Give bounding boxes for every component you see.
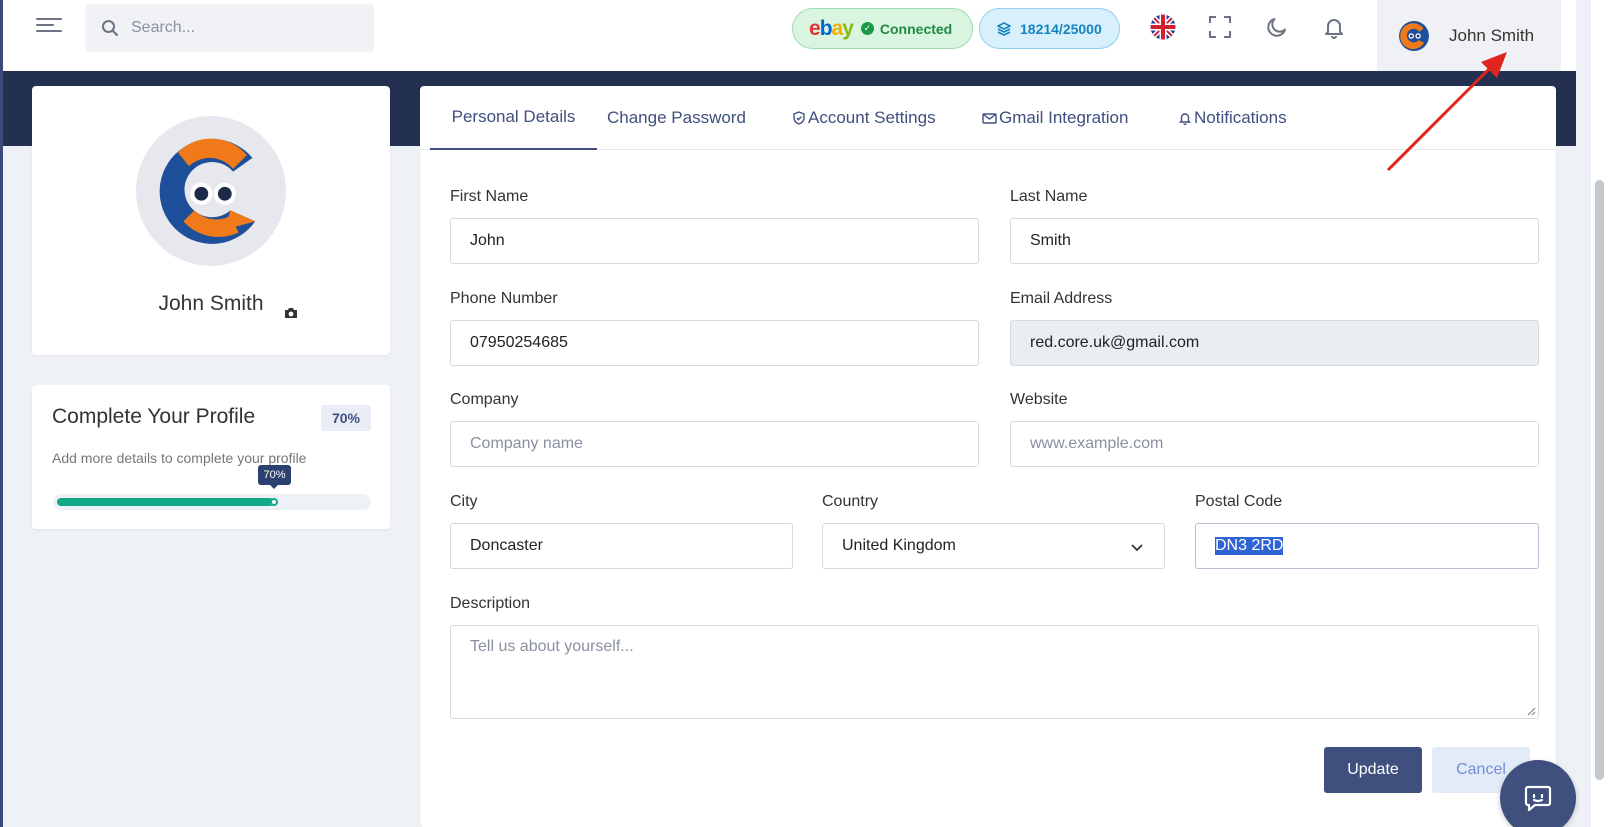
update-button[interactable]: Update <box>1324 747 1422 793</box>
website-input[interactable] <box>1030 435 1538 453</box>
profile-name: John Smith <box>158 292 264 315</box>
credits-count: 18214/25000 <box>1020 20 1102 37</box>
email-input <box>1030 334 1538 352</box>
postal-field[interactable]: DN3 2RD <box>1195 523 1539 569</box>
last-name-label: Last Name <box>1010 188 1088 205</box>
first-name-input[interactable] <box>470 232 978 250</box>
country-selected-value: United Kingdom <box>842 537 956 554</box>
last-name-field[interactable] <box>1010 218 1539 264</box>
phone-field[interactable] <box>450 320 979 366</box>
search-icon <box>102 20 118 36</box>
phone-label: Phone Number <box>450 290 558 307</box>
tab-personal-details[interactable]: Personal Details <box>430 86 597 150</box>
dark-mode-button[interactable] <box>1262 12 1292 42</box>
fullscreen-button[interactable] <box>1205 12 1235 42</box>
fullscreen-icon <box>1209 16 1231 38</box>
country-select[interactable]: United Kingdom <box>822 523 1165 569</box>
company-label: Company <box>450 391 519 408</box>
completion-title: Complete Your Profile <box>52 405 256 428</box>
last-name-input[interactable] <box>1030 232 1538 250</box>
website-field[interactable] <box>1010 421 1539 467</box>
tab-change-password[interactable]: Change Password <box>607 86 746 150</box>
email-field <box>1010 320 1539 366</box>
moon-icon <box>1267 18 1286 37</box>
progress-fill <box>57 498 274 506</box>
language-flag-button[interactable] <box>1148 12 1178 42</box>
bell-icon <box>1325 19 1343 39</box>
first-name-label: First Name <box>450 188 529 205</box>
resize-handle-icon[interactable] <box>1526 706 1536 716</box>
ebay-logo: ebay <box>809 16 854 40</box>
completion-percent-badge: 70% <box>321 405 371 431</box>
email-label: Email Address <box>1010 290 1113 307</box>
layers-icon <box>997 21 1011 36</box>
first-name-field[interactable] <box>450 218 979 264</box>
progress-handle <box>270 498 278 506</box>
description-textarea[interactable] <box>470 626 1538 718</box>
city-label: City <box>450 493 478 510</box>
city-input[interactable] <box>470 537 792 555</box>
menu-toggle-button[interactable] <box>36 14 66 40</box>
page-scrollbar[interactable] <box>1591 0 1608 827</box>
annotation-arrow-icon <box>1386 52 1507 172</box>
tab-notifications[interactable]: Notifications <box>1178 86 1287 150</box>
search-input[interactable] <box>131 19 351 37</box>
check-icon: ✓ <box>860 22 874 35</box>
chat-button[interactable] <box>1500 760 1576 827</box>
profile-completion-card: Complete Your Profile 70% Add more detai… <box>32 385 390 529</box>
connection-status: Connected <box>879 20 953 37</box>
scrollbar-thumb[interactable] <box>1595 180 1604 780</box>
phone-input[interactable] <box>470 334 978 352</box>
website-label: Website <box>1010 391 1068 408</box>
avatar-logo <box>159 138 256 244</box>
tab-account-settings[interactable]: Account Settings <box>792 86 936 150</box>
company-field[interactable] <box>450 421 979 467</box>
description-label: Description <box>450 595 531 612</box>
city-field[interactable] <box>450 523 793 569</box>
company-input[interactable] <box>470 435 978 453</box>
mail-icon <box>982 112 997 124</box>
postal-input-value[interactable]: DN3 2RD <box>1215 537 1284 555</box>
avatar <box>1399 20 1429 51</box>
completion-subtitle: Add more details to complete your profil… <box>52 450 307 466</box>
chevron-down-icon <box>1131 544 1143 552</box>
credits-badge[interactable]: 18214/25000 <box>979 8 1120 49</box>
search-box[interactable] <box>85 4 374 52</box>
shield-icon <box>793 111 805 125</box>
chat-icon <box>1524 785 1552 812</box>
profile-card: John Smith <box>32 86 390 355</box>
progress-tooltip: 70% <box>258 465 291 489</box>
description-field[interactable] <box>450 625 1539 719</box>
tab-gmail-integration[interactable]: Gmail Integration <box>982 86 1128 150</box>
ebay-connection-badge[interactable]: ebay ✓ Connected <box>792 8 973 49</box>
progress-bar <box>53 494 371 510</box>
notifications-button[interactable] <box>1319 12 1349 42</box>
postal-label: Postal Code <box>1195 493 1283 510</box>
uk-flag-icon <box>1150 14 1176 40</box>
profile-avatar[interactable] <box>136 116 286 266</box>
country-label: Country <box>822 493 879 510</box>
settings-card: Personal Details Change Password Account… <box>420 86 1556 827</box>
bell-icon <box>1178 113 1192 125</box>
user-name: John Smith <box>1449 25 1535 45</box>
